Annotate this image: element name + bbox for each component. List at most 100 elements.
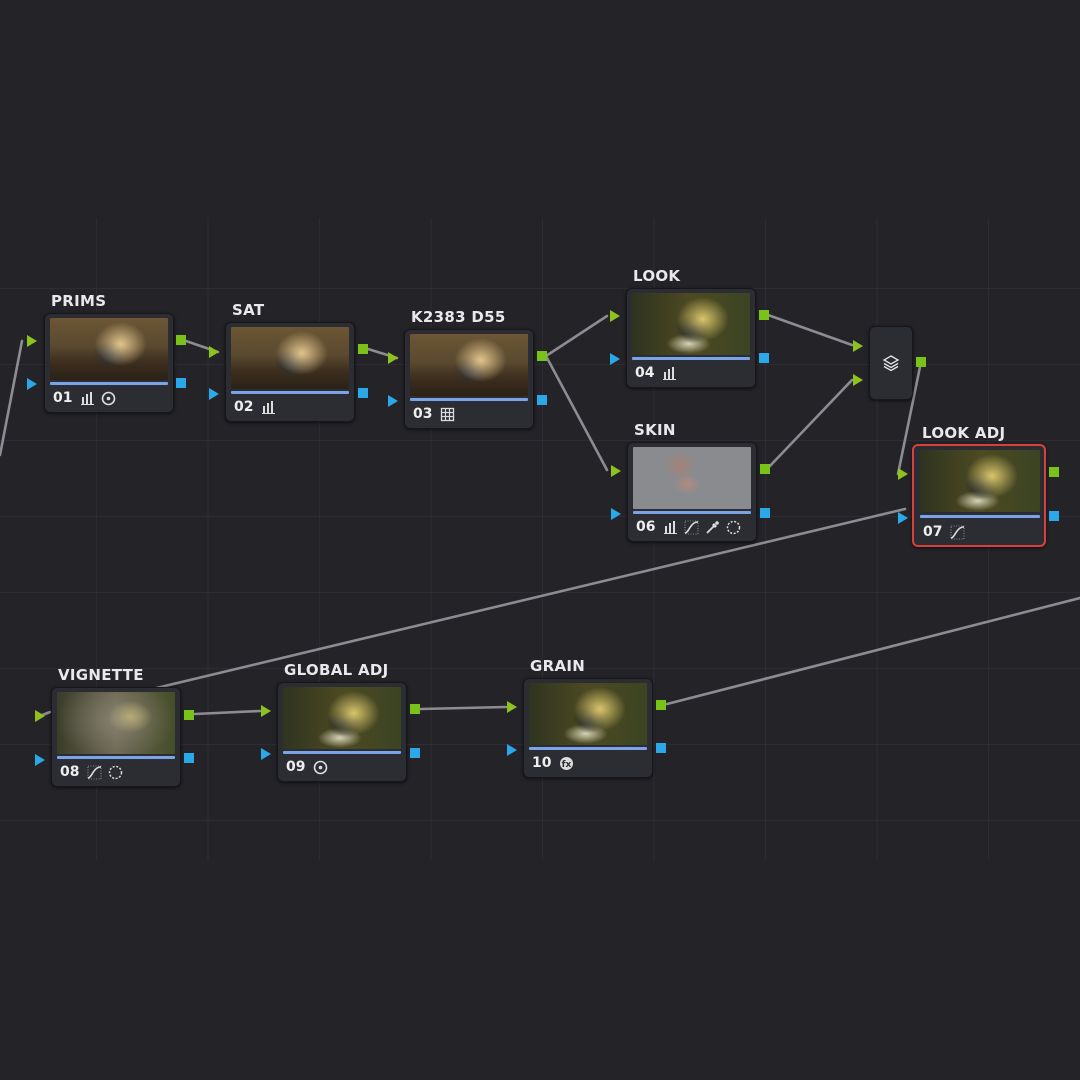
output-key-port[interactable]	[759, 353, 769, 363]
node-label: LOOK ADJ	[922, 424, 1006, 442]
window-dashed-circle-icon	[727, 520, 741, 534]
node-progress-bar	[231, 391, 349, 394]
node-number: 03	[413, 406, 433, 422]
node-number: 02	[234, 399, 254, 415]
fx-icon: fx	[560, 756, 574, 770]
node-thumbnail	[50, 318, 168, 380]
input-rgb-port[interactable]	[610, 310, 620, 322]
node-thumbnail	[57, 692, 175, 754]
output-rgb-port[interactable]	[1049, 467, 1059, 477]
input-rgb-port[interactable]	[388, 352, 398, 364]
input-rgb-port[interactable]	[35, 710, 45, 722]
node-thumbnail	[231, 327, 349, 389]
input-key-port[interactable]	[898, 512, 908, 524]
node-label: K2383 D55	[411, 308, 506, 326]
output-rgb-port[interactable]	[537, 351, 547, 361]
qualifier-bars-icon	[262, 400, 276, 414]
input-key-port[interactable]	[27, 378, 37, 390]
node-thumbnail	[632, 293, 750, 355]
node-sat[interactable]: SAT 02	[225, 301, 355, 422]
node-number: 07	[923, 524, 943, 540]
input-key-port[interactable]	[261, 748, 271, 760]
node-progress-bar	[632, 357, 750, 360]
node-number: 09	[286, 759, 306, 775]
input-key-port[interactable]	[388, 395, 398, 407]
input-rgb-port[interactable]	[611, 465, 621, 477]
node-label: SAT	[232, 301, 265, 319]
node-progress-bar	[633, 511, 751, 514]
input-rgb-port[interactable]	[898, 468, 908, 480]
output-rgb-port[interactable]	[759, 310, 769, 320]
node-vignette[interactable]: VIGNETTE 08	[51, 666, 181, 787]
layer-input-2-port[interactable]	[853, 374, 863, 386]
layer-output-port[interactable]	[916, 357, 926, 367]
curves-icon	[951, 525, 965, 539]
node-progress-bar	[57, 756, 175, 759]
output-rgb-port[interactable]	[176, 335, 186, 345]
input-key-port[interactable]	[507, 744, 517, 756]
input-rgb-port[interactable]	[507, 701, 517, 713]
node-thumbnail	[633, 447, 751, 509]
node-progress-bar	[283, 751, 401, 754]
node-label: LOOK	[633, 267, 681, 285]
curves-icon	[88, 765, 102, 779]
input-key-port[interactable]	[610, 353, 620, 365]
layers-icon	[882, 355, 900, 372]
output-rgb-port[interactable]	[358, 344, 368, 354]
node-progress-bar	[50, 382, 168, 385]
node-k2383-d55[interactable]: K2383 D55 03	[404, 308, 534, 429]
node-skin[interactable]: SKIN 06	[627, 421, 757, 542]
output-key-port[interactable]	[184, 753, 194, 763]
node-grain[interactable]: GRAIN 10 fx	[523, 657, 653, 778]
svg-text:fx: fx	[562, 760, 572, 770]
layer-input-1-port[interactable]	[853, 340, 863, 352]
output-key-port[interactable]	[358, 388, 368, 398]
node-thumbnail	[283, 687, 401, 749]
lut-grid-icon	[441, 407, 455, 421]
node-global-adj[interactable]: GLOBAL ADJ 09	[277, 661, 407, 782]
output-key-port[interactable]	[176, 378, 186, 388]
window-dashed-circle-icon	[109, 765, 123, 779]
node-progress-bar	[410, 398, 528, 401]
output-key-port[interactable]	[537, 395, 547, 405]
node-look-adj[interactable]: LOOK ADJ 07	[912, 424, 1046, 547]
output-rgb-port[interactable]	[410, 704, 420, 714]
node-look[interactable]: LOOK 04	[626, 267, 756, 388]
node-progress-bar	[529, 747, 647, 750]
output-key-port[interactable]	[410, 748, 420, 758]
curves-icon	[685, 520, 699, 534]
input-rgb-port[interactable]	[209, 346, 219, 358]
eyedropper-icon	[706, 520, 720, 534]
output-key-port[interactable]	[656, 743, 666, 753]
node-label: VIGNETTE	[58, 666, 144, 684]
input-key-port[interactable]	[35, 754, 45, 766]
output-rgb-port[interactable]	[760, 464, 770, 474]
input-rgb-port[interactable]	[27, 335, 37, 347]
output-key-port[interactable]	[760, 508, 770, 518]
output-rgb-port[interactable]	[184, 710, 194, 720]
node-number: 06	[636, 519, 656, 535]
node-label: GRAIN	[530, 657, 586, 675]
output-rgb-port[interactable]	[656, 700, 666, 710]
qualifier-bars-icon	[663, 366, 677, 380]
node-thumbnail	[410, 334, 528, 396]
window-circle-icon	[314, 760, 328, 774]
node-thumbnail	[529, 683, 647, 745]
output-key-port[interactable]	[1049, 511, 1059, 521]
node-number: 10	[532, 755, 552, 771]
qualifier-bars-icon	[664, 520, 678, 534]
input-rgb-port[interactable]	[261, 705, 271, 717]
node-number: 01	[53, 390, 73, 406]
input-key-port[interactable]	[611, 508, 621, 520]
node-label: GLOBAL ADJ	[284, 661, 389, 679]
window-circle-icon	[102, 391, 116, 405]
node-prims[interactable]: PRIMS 01	[44, 292, 174, 413]
layer-mixer-node[interactable]	[869, 326, 913, 400]
node-progress-bar	[920, 515, 1040, 518]
node-number: 04	[635, 365, 655, 381]
input-key-port[interactable]	[209, 388, 219, 400]
node-number: 08	[60, 764, 80, 780]
node-graph[interactable]: PRIMS 01 SAT 02 K2383 D55 03 LOOK 04 SKI…	[0, 0, 1080, 1080]
node-label: PRIMS	[51, 292, 107, 310]
node-label: SKIN	[634, 421, 676, 439]
